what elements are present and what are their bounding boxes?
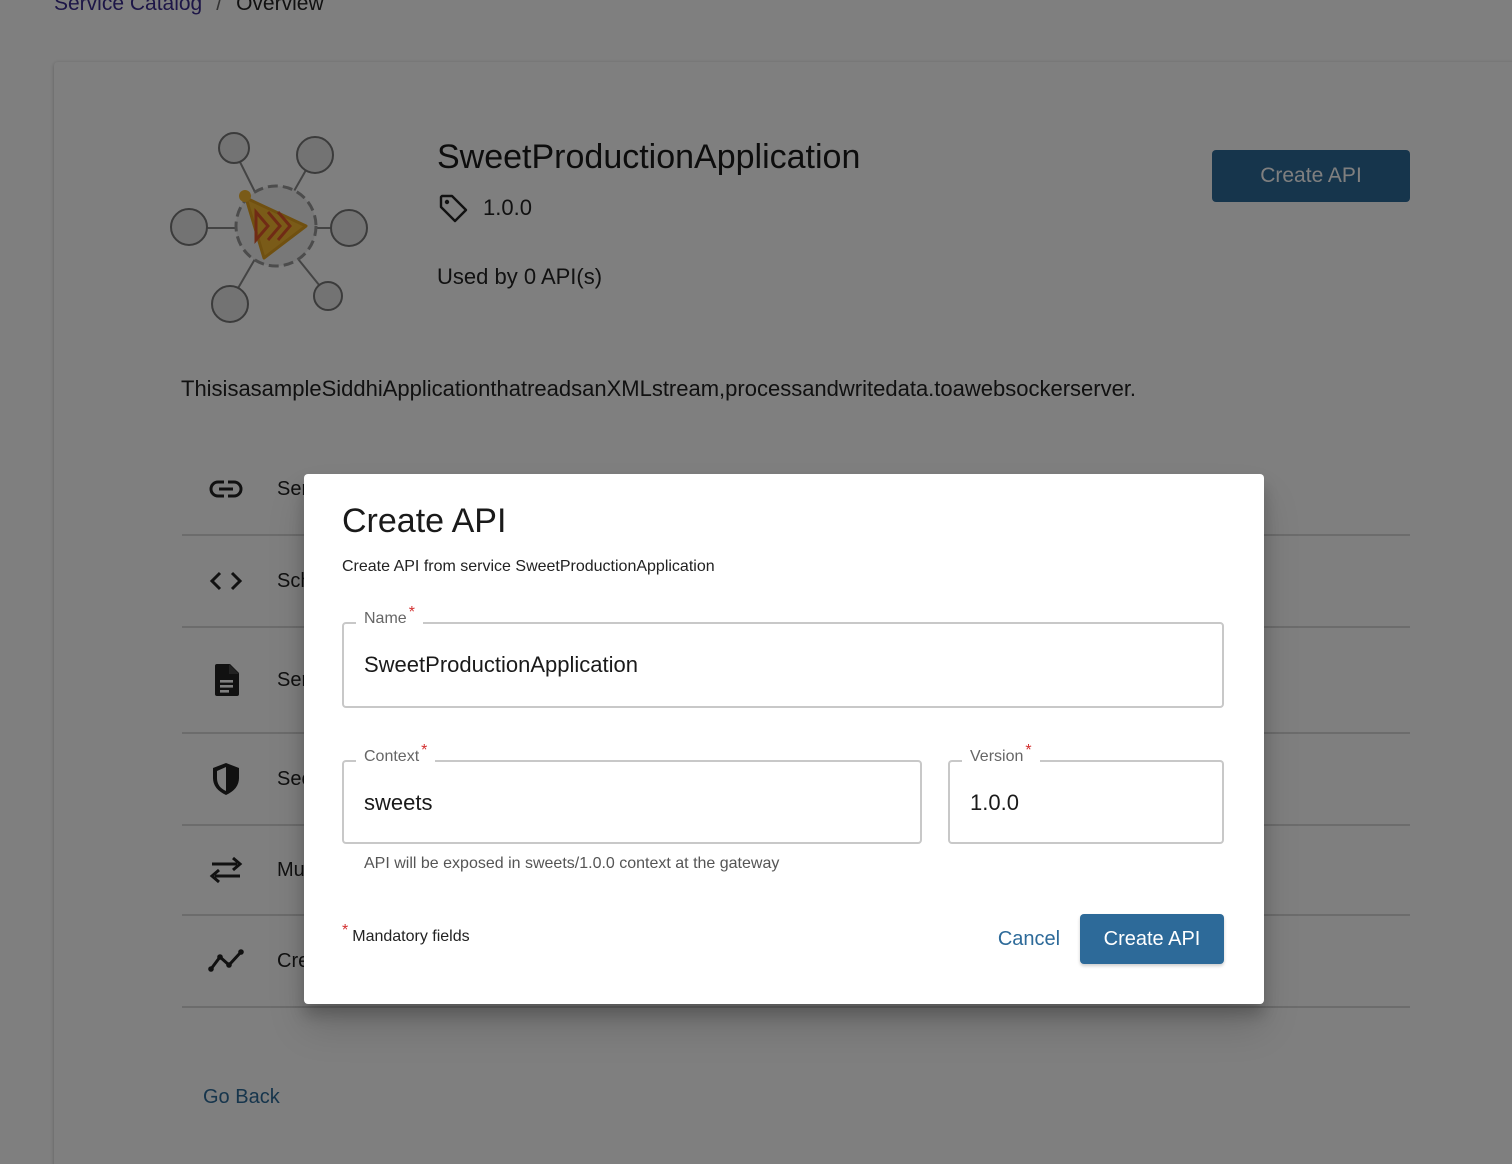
version-field[interactable]: Version * (948, 742, 1224, 844)
name-label-text: Name (364, 610, 407, 627)
name-field[interactable]: Name * (342, 604, 1224, 708)
dialog-create-api-button[interactable]: Create API (1080, 914, 1224, 964)
name-field-label: Name * (356, 604, 423, 628)
version-input[interactable] (970, 790, 1202, 816)
mandatory-fields-text: Mandatory fields (352, 928, 470, 945)
context-input[interactable] (364, 790, 900, 816)
dialog-subtitle: Create API from service SweetProductionA… (342, 558, 715, 575)
version-label-text: Version (970, 748, 1024, 765)
name-input[interactable] (364, 652, 1202, 678)
cancel-button[interactable]: Cancel (988, 914, 1070, 964)
required-marker: * (342, 922, 349, 939)
dialog-title: Create API (342, 502, 507, 540)
required-marker: * (1025, 742, 1032, 759)
context-label-text: Context (364, 748, 420, 765)
version-field-label: Version * (962, 742, 1040, 766)
context-helper-text: API will be exposed in sweets/1.0.0 cont… (364, 855, 780, 872)
context-field[interactable]: Context * (342, 742, 922, 844)
create-api-dialog: Create API Create API from service Sweet… (304, 474, 1264, 1004)
required-marker: * (408, 604, 415, 621)
mandatory-fields-note: * Mandatory fields (342, 922, 470, 946)
required-marker: * (421, 742, 428, 759)
context-field-label: Context * (356, 742, 436, 766)
